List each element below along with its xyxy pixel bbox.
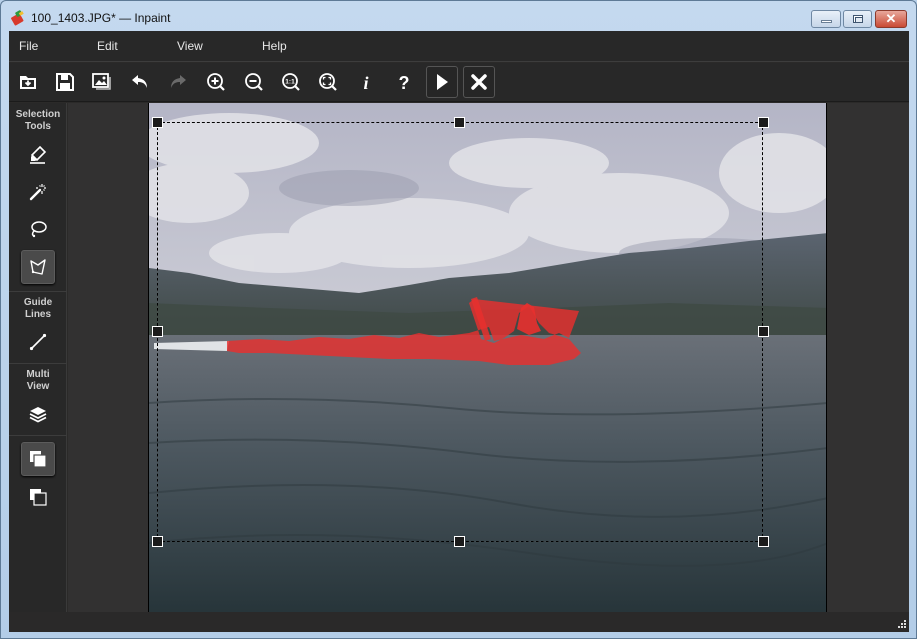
tool-sidebar: Selection Tools Guide Lines Multi View [9, 103, 67, 612]
label-line: Selection [15, 109, 61, 120]
canvas-area[interactable] [68, 103, 909, 612]
view-outline-button[interactable] [21, 480, 55, 514]
title-bar[interactable]: 100_1403.JPG* — Inpaint ✕ [1, 1, 916, 31]
marker-tool-button[interactable] [21, 138, 55, 172]
resize-handle-bottom-left[interactable] [152, 536, 163, 547]
minimize-icon [821, 20, 832, 23]
undo-button[interactable] [124, 66, 156, 98]
zoom-fit-button[interactable] [312, 66, 344, 98]
resize-handle-top[interactable] [454, 117, 465, 128]
resize-handle-top-left[interactable] [152, 117, 163, 128]
menu-file[interactable]: File [19, 39, 38, 53]
app-icon [11, 10, 24, 26]
label-line: View [26, 381, 50, 392]
menu-help[interactable]: Help [262, 39, 287, 53]
process-button[interactable] [426, 66, 458, 98]
magic-wand-tool-button[interactable] [21, 175, 55, 209]
zoom-actual-button[interactable]: 1:1 [275, 66, 307, 98]
zoom-in-icon [207, 73, 225, 91]
lasso-tool-button[interactable] [21, 212, 55, 246]
magic-wand-icon [29, 184, 46, 201]
guide-line-icon [29, 333, 47, 351]
label-line: Guide [23, 297, 53, 308]
layers-tool-button[interactable] [21, 398, 55, 432]
menu-bar: File Edit View Help [9, 31, 909, 62]
info-button[interactable]: i [350, 66, 382, 98]
section-label-guide-lines: Guide Lines [9, 297, 67, 321]
guide-line-tool-button[interactable] [21, 325, 55, 359]
resize-grip-icon[interactable] [897, 619, 907, 629]
info-icon: i [363, 73, 368, 93]
open-icon [20, 76, 36, 89]
help-icon: ? [399, 73, 410, 93]
client-area: File Edit View Help 1:1 i ? Selection To… [9, 31, 909, 632]
menu-edit[interactable]: Edit [97, 39, 118, 53]
view-outline-icon [30, 489, 47, 506]
view-filled-button[interactable] [21, 442, 55, 476]
resize-handle-left[interactable] [152, 326, 163, 337]
polygon-lasso-tool-button[interactable] [21, 250, 55, 284]
label-line: Lines [24, 309, 52, 320]
polygon-lasso-icon [30, 259, 46, 275]
svg-text:?: ? [399, 73, 410, 93]
section-label-multi-view: Multi View [9, 369, 67, 393]
view-filled-icon [30, 451, 47, 468]
maximize-icon [853, 15, 863, 23]
minimize-button[interactable] [811, 10, 841, 28]
close-button[interactable]: ✕ [875, 10, 907, 28]
image-button[interactable] [86, 66, 118, 98]
window-title: 100_1403.JPG* — Inpaint [31, 11, 171, 25]
resize-handle-bottom-right[interactable] [758, 536, 769, 547]
section-divider [9, 363, 67, 364]
cancel-button[interactable] [463, 66, 495, 98]
redo-button[interactable] [162, 66, 194, 98]
marker-icon [30, 145, 47, 164]
toolbar: 1:1 i ? [9, 63, 909, 102]
resize-handle-top-right[interactable] [758, 117, 769, 128]
help-button[interactable]: ? [388, 66, 420, 98]
zoom-in-button[interactable] [200, 66, 232, 98]
zoom-actual-icon: 1:1 [282, 73, 300, 91]
section-divider [9, 291, 67, 292]
status-bar [9, 612, 909, 632]
redo-icon [171, 75, 186, 88]
zoom-fit-icon [319, 73, 337, 91]
save-button[interactable] [49, 66, 81, 98]
undo-icon [132, 75, 147, 88]
svg-text:1:1: 1:1 [285, 79, 295, 86]
resize-handle-bottom[interactable] [454, 536, 465, 547]
lasso-icon [31, 221, 47, 238]
image-icon [92, 73, 111, 90]
selection-rectangle[interactable] [157, 122, 763, 542]
save-icon [56, 73, 74, 91]
close-icon: ✕ [885, 11, 897, 26]
label-line: Multi [26, 369, 50, 380]
menu-view[interactable]: View [177, 39, 203, 53]
app-window: 100_1403.JPG* — Inpaint ✕ File Edit View… [0, 0, 917, 639]
layers-icon [29, 407, 47, 423]
section-label-selection-tools: Selection Tools [9, 109, 67, 133]
play-icon [437, 74, 448, 90]
resize-handle-right[interactable] [758, 326, 769, 337]
cancel-icon [471, 74, 487, 90]
zoom-out-button[interactable] [238, 66, 270, 98]
maximize-button[interactable] [843, 10, 872, 28]
zoom-out-icon [245, 73, 263, 91]
label-line: Tools [25, 121, 51, 132]
open-button[interactable] [12, 66, 44, 98]
svg-text:i: i [363, 73, 368, 93]
section-divider [9, 435, 67, 436]
